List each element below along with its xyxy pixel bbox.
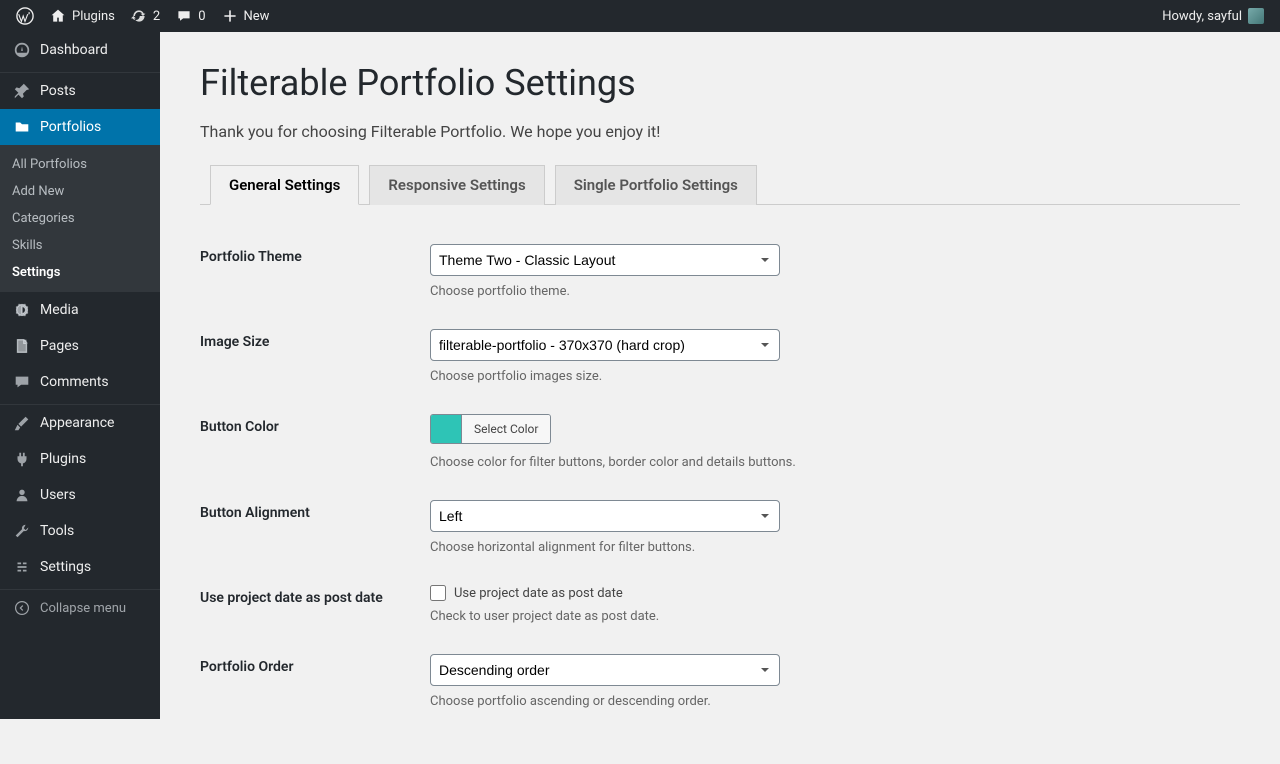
menu-users[interactable]: Users bbox=[0, 477, 160, 513]
menu-portfolios[interactable]: Portfolios bbox=[0, 109, 160, 145]
menu-label: Plugins bbox=[40, 451, 86, 467]
home-icon bbox=[50, 8, 66, 24]
checkbox-label: Use project date as post date bbox=[454, 586, 623, 601]
field-label-image-size: Image Size bbox=[200, 314, 420, 399]
wordpress-icon bbox=[16, 7, 34, 25]
field-label-project-date: Use project date as post date bbox=[200, 570, 420, 639]
admin-toolbar: Plugins 2 0 New Howdy, sayful bbox=[0, 0, 1280, 32]
menu-label: Dashboard bbox=[40, 42, 108, 58]
menu-label: Portfolios bbox=[40, 119, 101, 135]
field-desc: Choose horizontal alignment for filter b… bbox=[430, 540, 1230, 555]
settings-form: Portfolio Theme Theme Two - Classic Layo… bbox=[200, 229, 1240, 724]
wp-logo[interactable] bbox=[8, 0, 42, 32]
dashboard-icon bbox=[12, 40, 32, 60]
field-desc: Choose portfolio ascending or descending… bbox=[430, 694, 1230, 709]
menu-dashboard[interactable]: Dashboard bbox=[0, 32, 160, 68]
button-color-picker[interactable]: Select Color bbox=[430, 414, 551, 444]
plugin-icon bbox=[12, 449, 32, 469]
project-date-checkbox[interactable] bbox=[430, 585, 446, 601]
greeting-text: Howdy, sayful bbox=[1162, 9, 1242, 24]
comments-bubble[interactable]: 0 bbox=[168, 0, 213, 32]
menu-label: Posts bbox=[40, 83, 76, 99]
menu-label: Media bbox=[40, 302, 79, 318]
portfolio-theme-select[interactable]: Theme Two - Classic Layout bbox=[430, 244, 780, 276]
comments-icon bbox=[12, 372, 32, 392]
submenu-all-portfolios[interactable]: All Portfolios bbox=[0, 151, 160, 178]
comments-count: 0 bbox=[198, 9, 205, 24]
field-desc: Choose portfolio theme. bbox=[430, 284, 1230, 299]
plus-icon bbox=[222, 8, 238, 24]
avatar bbox=[1248, 8, 1264, 24]
menu-pages[interactable]: Pages bbox=[0, 328, 160, 364]
menu-settings[interactable]: Settings bbox=[0, 549, 160, 585]
new-label: New bbox=[244, 9, 270, 24]
menu-posts[interactable]: Posts bbox=[0, 73, 160, 109]
collapse-menu[interactable]: Collapse menu bbox=[0, 590, 160, 626]
tools-icon bbox=[12, 521, 32, 541]
pin-icon bbox=[12, 81, 32, 101]
user-icon bbox=[12, 485, 32, 505]
page-subtitle: Thank you for choosing Filterable Portfo… bbox=[200, 122, 1240, 141]
field-label-button-color: Button Color bbox=[200, 399, 420, 485]
image-size-select[interactable]: filterable-portfolio - 370x370 (hard cro… bbox=[430, 329, 780, 361]
page-icon bbox=[12, 336, 32, 356]
brush-icon bbox=[12, 413, 32, 433]
settings-icon bbox=[12, 557, 32, 577]
tab-responsive[interactable]: Responsive Settings bbox=[369, 165, 544, 205]
my-account[interactable]: Howdy, sayful bbox=[1154, 0, 1272, 32]
menu-label: Tools bbox=[40, 523, 74, 539]
select-color-button[interactable]: Select Color bbox=[461, 415, 550, 443]
project-date-checkbox-row[interactable]: Use project date as post date bbox=[430, 585, 1230, 601]
menu-appearance[interactable]: Appearance bbox=[0, 405, 160, 441]
field-label-theme: Portfolio Theme bbox=[200, 229, 420, 314]
submenu-skills[interactable]: Skills bbox=[0, 232, 160, 259]
updates[interactable]: 2 bbox=[123, 0, 168, 32]
portfolio-order-select[interactable]: Descending order bbox=[430, 654, 780, 686]
menu-label: Appearance bbox=[40, 415, 114, 431]
tab-single[interactable]: Single Portfolio Settings bbox=[555, 165, 757, 205]
menu-tools[interactable]: Tools bbox=[0, 513, 160, 549]
new-content[interactable]: New bbox=[214, 0, 278, 32]
field-desc: Check to user project date as post date. bbox=[430, 609, 1230, 624]
collapse-icon bbox=[12, 598, 32, 618]
comment-icon bbox=[176, 8, 192, 24]
menu-media[interactable]: Media bbox=[0, 292, 160, 328]
collapse-label: Collapse menu bbox=[40, 601, 126, 616]
field-label-button-align: Button Alignment bbox=[200, 485, 420, 570]
submenu-settings[interactable]: Settings bbox=[0, 259, 160, 286]
menu-label: Users bbox=[40, 487, 76, 503]
menu-plugins[interactable]: Plugins bbox=[0, 441, 160, 477]
menu-label: Pages bbox=[40, 338, 79, 354]
tabs: General Settings Responsive Settings Sin… bbox=[200, 165, 1240, 205]
menu-comments[interactable]: Comments bbox=[0, 364, 160, 400]
admin-sidebar: Dashboard Posts Portfolios All Portfolio… bbox=[0, 32, 160, 719]
submenu-categories[interactable]: Categories bbox=[0, 205, 160, 232]
tab-general[interactable]: General Settings bbox=[210, 165, 359, 205]
submenu-portfolios: All Portfolios Add New Categories Skills… bbox=[0, 145, 160, 292]
button-alignment-select[interactable]: Left bbox=[430, 500, 780, 532]
page-title: Filterable Portfolio Settings bbox=[200, 62, 1240, 104]
field-desc: Choose color for filter buttons, border … bbox=[430, 455, 1230, 470]
portfolio-icon bbox=[12, 117, 32, 137]
site-name-label: Plugins bbox=[72, 9, 115, 24]
site-name[interactable]: Plugins bbox=[42, 0, 123, 32]
submenu-add-new[interactable]: Add New bbox=[0, 178, 160, 205]
menu-label: Comments bbox=[40, 374, 109, 390]
media-icon bbox=[12, 300, 32, 320]
update-icon bbox=[131, 8, 147, 24]
color-swatch bbox=[431, 415, 461, 443]
field-label-order: Portfolio Order bbox=[200, 639, 420, 724]
menu-label: Settings bbox=[40, 559, 91, 575]
field-desc: Choose portfolio images size. bbox=[430, 369, 1230, 384]
updates-count: 2 bbox=[153, 9, 160, 24]
